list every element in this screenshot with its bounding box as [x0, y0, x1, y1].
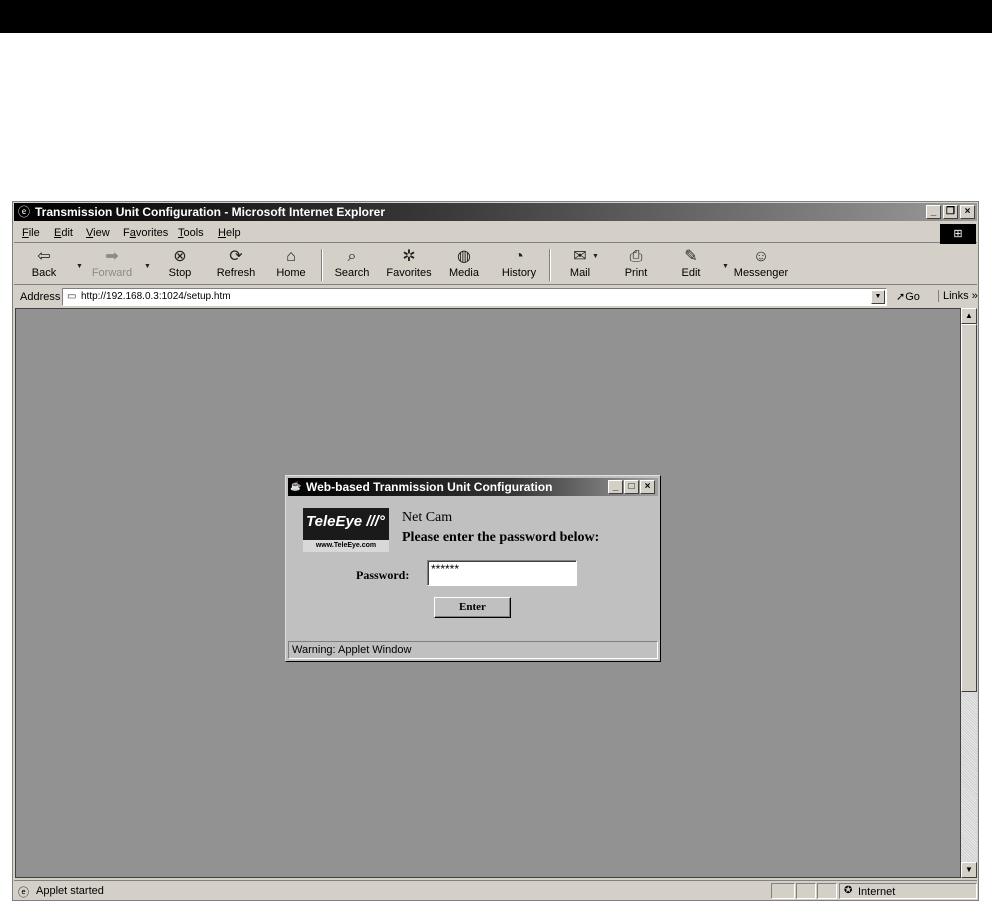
back-dropdown-icon[interactable]: ▼	[76, 263, 83, 270]
page-icon: ▭	[67, 291, 77, 302]
applet-dialog: ☕ Web-based Tranmission Unit Configurati…	[285, 475, 661, 662]
standard-toolbar: ⇦ Back ▼ ➡ Forward ▼ ⊗ Stop ⟳ Refresh ⌂ …	[14, 245, 977, 285]
toolbar-separator	[321, 249, 323, 281]
edit-icon: ✎	[684, 248, 698, 265]
teleeye-logo: TeleEye ///° www.TeleEye.com	[303, 508, 389, 552]
windows-logo-icon: ⊞	[940, 224, 976, 244]
security-zone-pane: ✪ Internet	[839, 883, 977, 899]
history-icon: ◔	[514, 248, 524, 265]
password-input[interactable]: ******	[427, 560, 577, 586]
applet-warning: Warning: Applet Window	[288, 641, 658, 659]
menu-tools[interactable]: Tools	[178, 227, 204, 239]
status-pane	[796, 883, 816, 899]
restore-button[interactable]: ❐	[943, 205, 958, 219]
vertical-scrollbar[interactable]: ▲ ▼	[961, 308, 977, 878]
home-button[interactable]: ⌂ Home	[265, 247, 317, 283]
status-pane	[771, 883, 795, 899]
refresh-button[interactable]: ⟳ Refresh	[210, 247, 262, 283]
stop-icon: ⊗	[173, 248, 187, 265]
logo-website: www.TeleEye.com	[303, 540, 389, 552]
menu-edit[interactable]: Edit	[54, 227, 73, 239]
address-bar: Address ▭ http://192.168.0.3:1024/setup.…	[14, 287, 978, 307]
internet-globe-icon: ✪	[844, 885, 853, 896]
page-status-icon: ⓔ	[18, 887, 29, 899]
password-prompt: Please enter the password below:	[402, 530, 600, 545]
media-icon: ◍	[457, 248, 471, 265]
zone-text: Internet	[858, 886, 896, 898]
messenger-button[interactable]: ☺ Messenger	[733, 247, 789, 283]
back-button[interactable]: ⇦ Back	[18, 247, 70, 283]
stop-button[interactable]: ⊗ Stop	[154, 247, 206, 283]
window-title: Transmission Unit Configuration - Micros…	[35, 205, 386, 219]
menu-favorites[interactable]: Favorites	[123, 227, 168, 239]
print-icon: ⎙	[629, 248, 643, 265]
scroll-down-icon[interactable]: ▼	[961, 862, 977, 878]
search-button[interactable]: ⌕ Search	[326, 247, 378, 283]
links-button[interactable]: Links »	[938, 290, 978, 302]
product-name: Net Cam	[402, 510, 453, 525]
media-button[interactable]: ◍ Media	[438, 247, 490, 283]
messenger-icon: ☺	[752, 248, 770, 265]
back-arrow-icon: ⇦	[37, 248, 51, 265]
scroll-thumb[interactable]	[961, 324, 977, 692]
scroll-up-icon[interactable]: ▲	[961, 308, 977, 324]
toolbar-separator	[549, 249, 551, 281]
status-bar: ⓔ Applet started ✪ Internet	[14, 880, 977, 900]
edit-dropdown-icon[interactable]: ▼	[722, 263, 729, 270]
applet-close-button[interactable]: ×	[640, 480, 655, 494]
address-label: Address	[20, 291, 61, 303]
favorites-icon: ✲	[402, 248, 416, 265]
print-button[interactable]: ⎙ Print	[610, 247, 662, 283]
favorites-button[interactable]: ✲ Favorites	[383, 247, 435, 283]
applet-minimize-button[interactable]: _	[608, 480, 623, 494]
applet-title: Web-based Tranmission Unit Configuration	[306, 480, 553, 494]
history-button[interactable]: ◔ History	[493, 247, 545, 283]
applet-title-bar: ☕ Web-based Tranmission Unit Configurati…	[288, 478, 658, 496]
address-dropdown-icon[interactable]: ▼	[871, 290, 885, 304]
go-button[interactable]: ➚Go	[896, 290, 920, 303]
status-pane	[817, 883, 837, 899]
forward-dropdown-icon[interactable]: ▼	[144, 263, 151, 270]
title-bar: ⓔ Transmission Unit Configuration - Micr…	[14, 203, 977, 221]
refresh-icon: ⟳	[229, 248, 243, 265]
search-icon: ⌕	[347, 248, 357, 265]
enter-button[interactable]: Enter	[434, 597, 511, 618]
applet-maximize-button[interactable]: □	[624, 480, 639, 494]
menu-view[interactable]: View	[86, 227, 110, 239]
status-text: Applet started	[36, 885, 104, 897]
edit-button[interactable]: ✎ Edit	[665, 247, 717, 283]
home-icon: ⌂	[286, 248, 296, 265]
mail-dropdown-icon[interactable]: ▼	[592, 253, 599, 260]
java-cup-icon: ☕	[290, 481, 302, 491]
menu-bar: File Edit View Favorites Tools Help ⊞	[14, 223, 977, 244]
menu-file[interactable]: File	[22, 227, 40, 239]
address-input[interactable]: ▭ http://192.168.0.3:1024/setup.htm ▼	[62, 288, 887, 306]
forward-arrow-icon: ➡	[105, 248, 119, 265]
top-black-band	[0, 0, 992, 33]
forward-button[interactable]: ➡ Forward	[86, 247, 138, 283]
close-button[interactable]: ×	[960, 205, 975, 219]
ie-logo-icon: ⓔ	[17, 205, 30, 219]
go-arrow-icon: ➚	[896, 291, 906, 303]
password-label: Password:	[356, 568, 410, 582]
minimize-button[interactable]: _	[926, 205, 941, 219]
menu-help[interactable]: Help	[218, 227, 241, 239]
logo-brand: TeleEye ///°	[306, 513, 385, 530]
address-url: http://192.168.0.3:1024/setup.htm	[81, 291, 231, 302]
